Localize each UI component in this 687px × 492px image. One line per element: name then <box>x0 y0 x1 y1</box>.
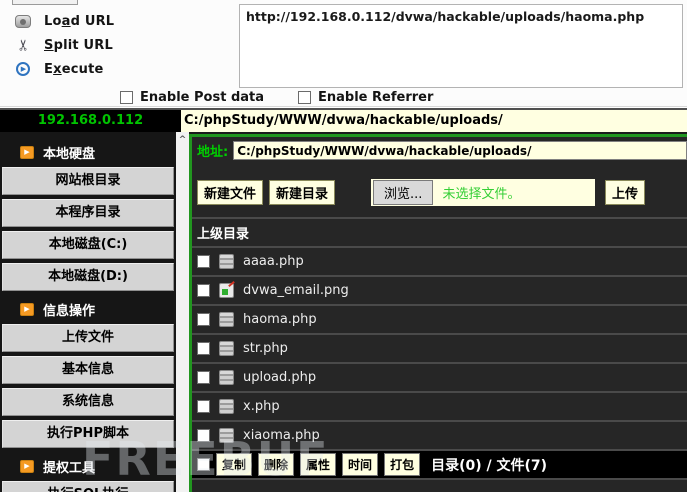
load-url-icon <box>14 14 32 28</box>
file-name[interactable]: dvwa_email.png <box>243 283 349 298</box>
file-row: dvwa_email.png <box>192 275 687 304</box>
new-file-button[interactable]: 新建文件 <box>197 179 264 205</box>
file-name[interactable]: upload.php <box>243 370 316 385</box>
sidebar-item-system-info[interactable]: 系统信息 <box>2 388 174 416</box>
webshell-frames: 192.168.0.112 C:/phpStudy/WWW/dvwa/hacka… <box>0 108 687 492</box>
actions-bar: 复制 删除 属性 时间 打包 目录(0) / 文件(7) <box>192 449 687 480</box>
enable-referrer-checkbox[interactable] <box>298 90 312 104</box>
delete-button[interactable]: 删除 <box>258 453 295 476</box>
address-row: 地址: <box>192 137 687 164</box>
sidebar-item-basic-info[interactable]: 基本信息 <box>2 356 174 384</box>
folder-arrow-icon: ▶ <box>20 145 34 159</box>
file-icon <box>219 399 234 414</box>
cutoff-element <box>12 0 78 5</box>
sidebar-scrollbar[interactable]: ^ <box>176 132 189 492</box>
summary-text: 目录(0) / 文件(7) <box>431 457 548 474</box>
file-checkbox[interactable] <box>197 342 210 355</box>
file-row: upload.php <box>192 362 687 391</box>
execute-icon: ▶ <box>14 62 32 76</box>
sidebar-item-run-php[interactable]: 执行PHP脚本 <box>2 420 174 448</box>
file-chooser[interactable]: 浏览... 未选择文件。 <box>371 178 596 206</box>
hackbar-toolbar: Load URL ✂ Split URL ▶ Execute http://19… <box>0 0 687 107</box>
parent-dir-row[interactable]: 上级目录 <box>192 217 687 246</box>
file-name[interactable]: aaaa.php <box>243 254 304 269</box>
file-checkbox[interactable] <box>197 255 210 268</box>
sidebar-item-run-sql[interactable]: 执行SQL执行 <box>2 481 174 492</box>
url-input[interactable]: http://192.168.0.112/dvwa/hackable/uploa… <box>239 4 683 88</box>
sidebar-item-disk-d[interactable]: 本地磁盘(D:) <box>2 263 174 291</box>
time-button[interactable]: 时间 <box>342 453 379 476</box>
file-checkbox[interactable] <box>197 429 210 442</box>
file-checkbox[interactable] <box>197 284 210 297</box>
file-checkbox[interactable] <box>197 313 210 326</box>
file-icon <box>219 341 234 356</box>
section-title: 信息操作 <box>43 303 96 319</box>
enable-post-data-option[interactable]: Enable Post data <box>120 88 264 106</box>
sidebar-item-web-root[interactable]: 网站根目录 <box>2 167 174 195</box>
sidebar-item-upload-file[interactable]: 上传文件 <box>2 324 174 352</box>
file-icon <box>219 370 234 385</box>
properties-button[interactable]: 属性 <box>300 453 337 476</box>
address-label: 地址: <box>197 145 229 160</box>
file-icon <box>219 428 234 443</box>
no-file-selected-text: 未选择文件。 <box>442 186 521 202</box>
sidebar-section-local-disk[interactable]: ▶ 本地硬盘 <box>0 141 176 163</box>
new-dir-button[interactable]: 新建目录 <box>269 179 336 205</box>
sidebar-menu: ▶ 本地硬盘 网站根目录 本程序目录 本地磁盘(C:) 本地磁盘(D:) ▶ 信… <box>0 132 176 492</box>
enable-post-data-label: Enable Post data <box>140 89 265 105</box>
ip-bar: 192.168.0.112 <box>0 110 181 132</box>
file-checkbox[interactable] <box>197 400 210 413</box>
upload-button[interactable]: 上传 <box>605 179 646 205</box>
hackbar-options: Enable Post data Enable Referrer <box>120 88 433 106</box>
sidebar-item-program-dir[interactable]: 本程序目录 <box>2 199 174 227</box>
enable-referrer-option[interactable]: Enable Referrer <box>298 88 433 106</box>
file-name[interactable]: haoma.php <box>243 312 317 327</box>
pack-button[interactable]: 打包 <box>384 453 421 476</box>
file-row: haoma.php <box>192 304 687 333</box>
copy-button[interactable]: 复制 <box>216 453 253 476</box>
file-icon <box>219 312 234 327</box>
file-manager: 地址: 新建文件 新建目录 浏览... 未选择文件。 上传 上级目录 <box>189 134 687 492</box>
file-checkbox[interactable] <box>197 371 210 384</box>
file-manager-frame: 地址: 新建文件 新建目录 浏览... 未选择文件。 上传 上级目录 <box>189 132 687 492</box>
section-title: 提权工具 <box>43 460 96 476</box>
load-url-button[interactable]: Load URL <box>14 10 114 32</box>
file-list: 上级目录 aaaa.php dvwa_email.png haoma.php s… <box>192 217 687 480</box>
screen: Load URL ✂ Split URL ▶ Execute http://19… <box>0 0 687 492</box>
split-url-button[interactable]: ✂ Split URL <box>14 34 113 56</box>
sidebar-section-privilege-tools[interactable]: ▶ 提权工具 <box>0 455 176 477</box>
sidebar-section-info-ops[interactable]: ▶ 信息操作 <box>0 298 176 320</box>
file-icon <box>219 254 234 269</box>
load-url-label: Load URL <box>44 13 115 29</box>
file-toolbar: 新建文件 新建目录 浏览... 未选择文件。 上传 <box>192 178 687 206</box>
browse-button[interactable]: 浏览... <box>373 179 434 205</box>
file-row: aaaa.php <box>192 246 687 275</box>
file-row: x.php <box>192 391 687 420</box>
file-name[interactable]: xiaoma.php <box>243 428 320 443</box>
file-name[interactable]: str.php <box>243 341 288 356</box>
file-name[interactable]: x.php <box>243 399 280 414</box>
parent-dir-link[interactable]: 上级目录 <box>197 223 249 242</box>
address-input[interactable] <box>233 141 687 160</box>
enable-referrer-label: Enable Referrer <box>318 89 434 105</box>
enable-post-data-checkbox[interactable] <box>120 90 133 104</box>
execute-label: Execute <box>44 61 104 77</box>
image-file-icon <box>219 283 234 298</box>
path-bar: C:/phpStudy/WWW/dvwa/hackable/uploads/ <box>181 110 687 132</box>
select-all-checkbox[interactable] <box>197 458 210 471</box>
split-url-icon: ✂ <box>13 38 32 52</box>
file-row: str.php <box>192 333 687 362</box>
folder-arrow-icon: ▶ <box>20 302 34 316</box>
file-row: xiaoma.php <box>192 420 687 449</box>
scroll-up-arrow[interactable]: ^ <box>176 132 189 145</box>
folder-arrow-icon: ▶ <box>20 459 34 473</box>
sidebar-item-disk-c[interactable]: 本地磁盘(C:) <box>2 231 174 259</box>
split-url-label: Split URL <box>44 37 113 53</box>
section-title: 本地硬盘 <box>43 146 96 162</box>
execute-button[interactable]: ▶ Execute <box>14 58 104 80</box>
